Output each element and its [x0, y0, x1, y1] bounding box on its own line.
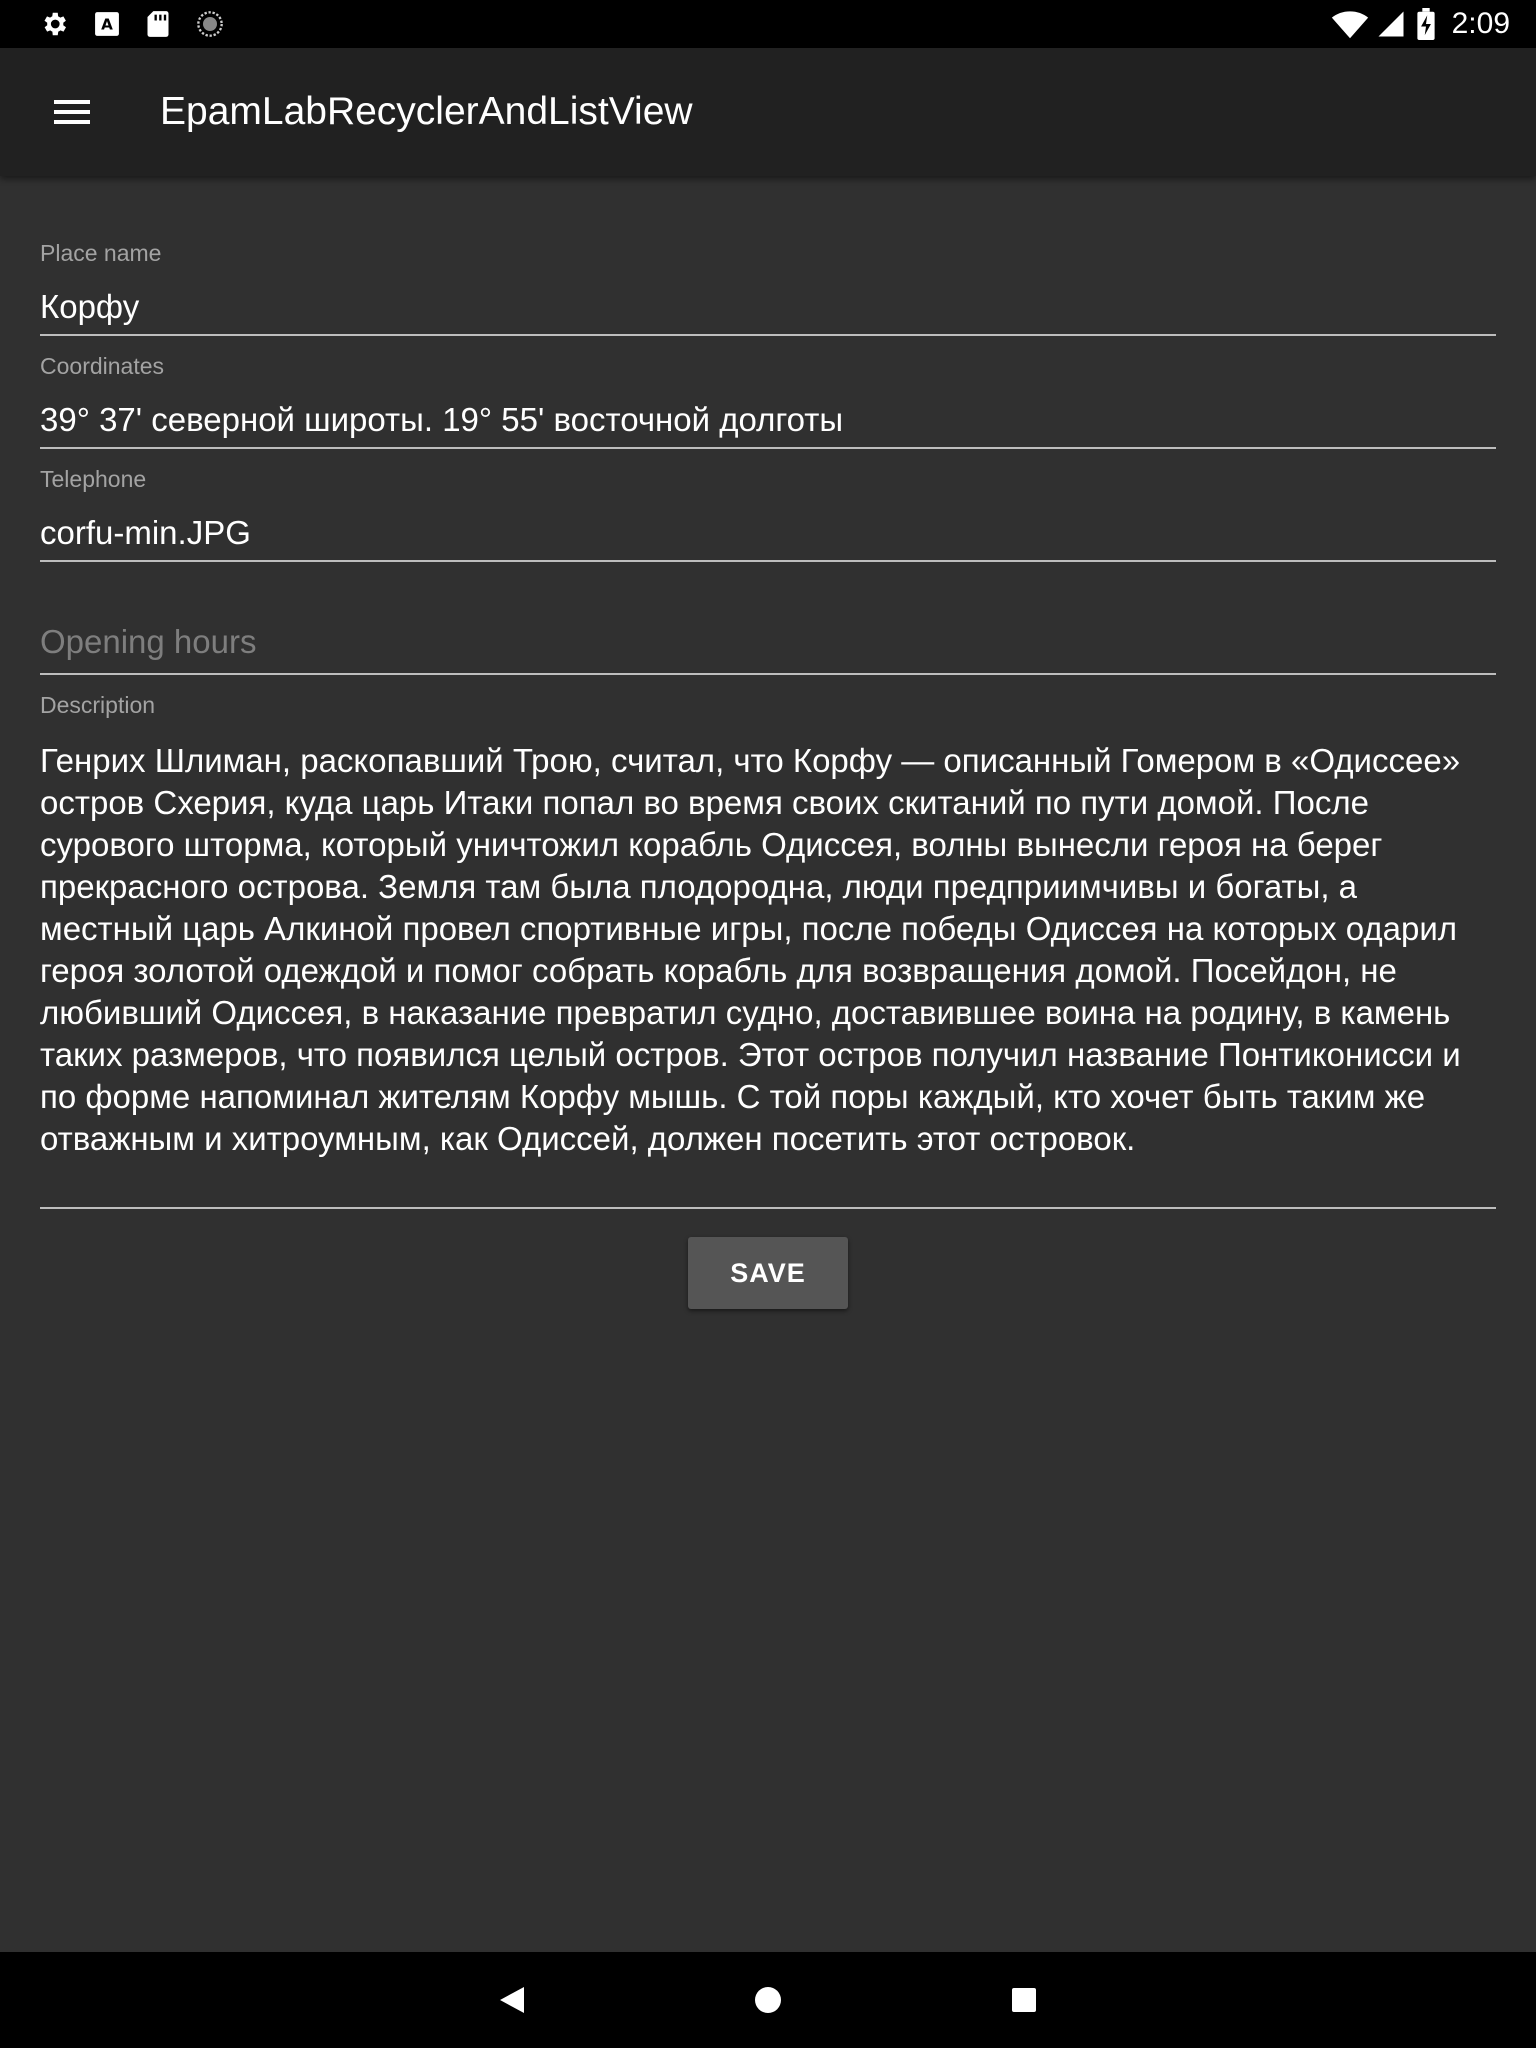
cell-signal-icon [1374, 0, 1408, 48]
status-bar: A 2:09 [0, 0, 1536, 48]
place-name-underline [40, 334, 1496, 336]
place-name-label: Place name [40, 240, 162, 266]
opening-hours-placeholder[interactable]: Opening hours [40, 623, 256, 661]
back-icon[interactable] [464, 1952, 560, 2048]
telephone-label: Telephone [40, 466, 147, 492]
a-notification-icon: A [90, 0, 124, 48]
description-field[interactable]: Description Генрих Шлиман, раскопавший Т… [40, 684, 1496, 1210]
sd-card-icon [142, 0, 174, 48]
description-value[interactable]: Генрих Шлиман, раскопавший Трою, считал,… [40, 740, 1496, 1160]
sync-circle-icon [192, 0, 228, 48]
telephone-underline [40, 560, 1496, 562]
telephone-field[interactable]: Telephone corfu-min.JPG [40, 458, 1496, 564]
opening-hours-field[interactable]: Opening hours [40, 571, 1496, 677]
app-bar: EpamLabRecyclerAndListView [0, 48, 1536, 176]
battery-charging-icon [1414, 0, 1438, 48]
opening-hours-underline [40, 673, 1496, 675]
svg-text:A: A [101, 15, 113, 33]
coordinates-underline [40, 447, 1496, 449]
status-time: 2:09 [1451, 7, 1510, 40]
place-name-value[interactable]: Корфу [40, 288, 139, 326]
home-icon[interactable] [720, 1952, 816, 2048]
place-name-field[interactable]: Place name Корфу [40, 232, 1496, 338]
settings-icon [36, 0, 72, 48]
navigation-bar [0, 1952, 1536, 2048]
coordinates-label: Coordinates [40, 353, 165, 379]
description-underline [40, 1207, 1496, 1209]
recents-icon[interactable] [976, 1952, 1072, 2048]
coordinates-field[interactable]: Coordinates 39° 37' северной широты. 19°… [40, 345, 1496, 451]
coordinates-value[interactable]: 39° 37' северной широты. 19° 55' восточн… [40, 401, 843, 439]
telephone-value[interactable]: corfu-min.JPG [40, 514, 251, 552]
hamburger-menu-icon[interactable] [32, 80, 112, 144]
wifi-icon [1330, 0, 1370, 48]
save-button[interactable]: SAVE [688, 1237, 848, 1309]
description-label: Description [40, 692, 156, 718]
app-title: EpamLabRecyclerAndListView [160, 90, 693, 133]
